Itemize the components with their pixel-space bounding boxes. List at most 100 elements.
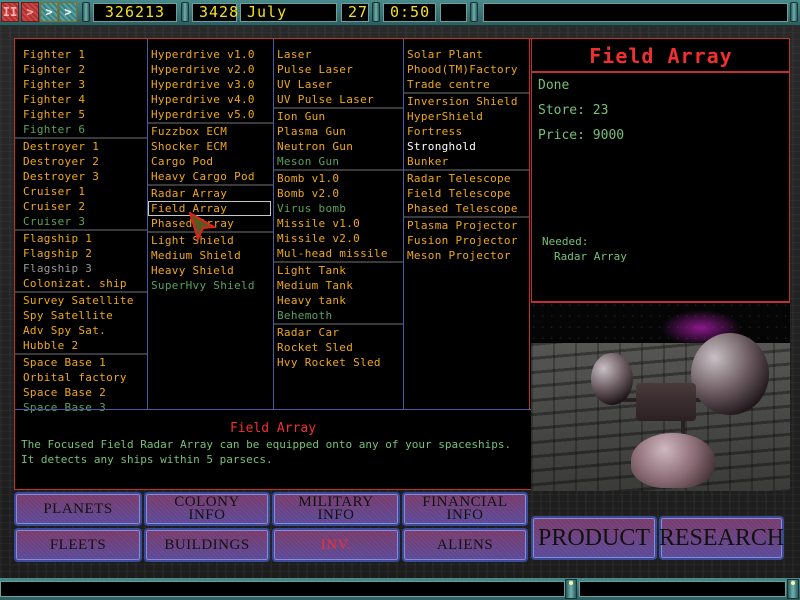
inventory-item[interactable]: UV Laser <box>274 77 403 92</box>
inventory-item[interactable]: Fighter 1 <box>15 47 147 62</box>
inventory-item[interactable]: Behemoth <box>274 308 403 323</box>
inventory-item[interactable]: Hyperdrive v2.0 <box>148 62 273 77</box>
fast-forward-icon: > <box>45 5 53 19</box>
item-group: Light Tank Medium Tank Heavy tank Behemoth <box>274 263 403 325</box>
inventory-item[interactable]: HyperShield <box>404 109 529 124</box>
financial-info-button[interactable]: FINANCIAL INFO <box>402 492 528 526</box>
inventory-item[interactable]: Orbital factory <box>15 370 147 385</box>
inventory-item[interactable]: Radar Telescope <box>404 171 529 186</box>
inventory-item[interactable]: Missile v1.0 <box>274 216 403 231</box>
item-group: Bomb v1.0 Bomb v2.0 Virus bomb Missile v1.0… <box>274 171 403 263</box>
inventory-item[interactable]: Fuzzbox ECM <box>148 124 273 139</box>
inventory-item[interactable]: Flagship 3 <box>15 261 147 276</box>
inventory-button[interactable]: INV. <box>272 528 400 562</box>
inventory-item[interactable]: Hyperdrive v1.0 <box>148 47 273 62</box>
inventory-item[interactable]: Flagship 2 <box>15 246 147 261</box>
inventory-item[interactable]: Bunker <box>404 154 529 169</box>
inventory-item[interactable]: Destroyer 2 <box>15 154 147 169</box>
inventory-item[interactable]: Mul-head missile <box>274 246 403 261</box>
inventory-item[interactable]: Meson Gun <box>274 154 403 169</box>
inventory-item[interactable]: Field Telescope <box>404 186 529 201</box>
inventory-item[interactable]: Phased Telescope <box>404 201 529 216</box>
inventory-item[interactable]: Fusion Projector <box>404 233 529 248</box>
inventory-item[interactable]: Phood(TM)Factory <box>404 62 529 77</box>
inventory-item[interactable]: Heavy Shield <box>148 263 273 278</box>
inventory-item[interactable]: Medium Shield <box>148 248 273 263</box>
inventory-item[interactable]: Trade centre <box>404 77 529 92</box>
play-button[interactable]: > <box>21 2 39 22</box>
inventory-item[interactable]: Space Base 1 <box>15 355 147 370</box>
inventory-item[interactable]: Spy Satellite <box>15 308 147 323</box>
buildings-button[interactable]: BUILDINGS <box>144 528 270 562</box>
inventory-item[interactable]: Radar Car <box>274 325 403 340</box>
inventory-item[interactable]: Light Tank <box>274 263 403 278</box>
inventory-item[interactable]: Cruiser 2 <box>15 199 147 214</box>
message-display <box>483 3 788 22</box>
inventory-item[interactable]: Laser <box>274 47 403 62</box>
inventory-item[interactable]: Neutron Gun <box>274 139 403 154</box>
military-info-button[interactable]: MILITARY INFO <box>272 492 400 526</box>
inventory-item[interactable]: Bomb v1.0 <box>274 171 403 186</box>
fast-forward-button[interactable]: > <box>40 2 58 22</box>
inventory-item[interactable]: Stronghold <box>404 139 529 154</box>
inventory-item[interactable]: Fighter 3 <box>15 77 147 92</box>
inventory-item[interactable]: Plasma Projector <box>404 218 529 233</box>
inventory-item[interactable]: Fighter 5 <box>15 107 147 122</box>
inventory-item[interactable]: Rocket Sled <box>274 340 403 355</box>
inventory-item[interactable]: Survey Satellite <box>15 293 147 308</box>
inventory-item[interactable]: Hubble 2 <box>15 338 147 353</box>
fastest-forward-button[interactable]: > <box>59 2 77 22</box>
inventory-item[interactable]: Heavy Cargo Pod <box>148 169 273 184</box>
status-knob <box>565 579 577 599</box>
time-display: 0:50 <box>383 3 436 22</box>
planets-button[interactable]: PLANETS <box>14 492 142 526</box>
inventory-item[interactable]: Missile v2.0 <box>274 231 403 246</box>
detail-title: Field Array <box>532 39 790 73</box>
fleets-button[interactable]: FLEETS <box>14 528 142 562</box>
inventory-item[interactable]: Flagship 1 <box>15 231 147 246</box>
inventory-item[interactable]: Destroyer 3 <box>15 169 147 184</box>
inventory-item[interactable]: Hyperdrive v3.0 <box>148 77 273 92</box>
separator <box>470 2 478 22</box>
inventory-item[interactable]: Bomb v2.0 <box>274 186 403 201</box>
fastest-forward-icon: > <box>64 5 72 19</box>
inventory-item[interactable]: Cruiser 3 <box>15 214 147 229</box>
inventory-item[interactable]: Heavy tank <box>274 293 403 308</box>
inventory-item[interactable]: Meson Projector <box>404 248 529 263</box>
inventory-item[interactable]: Hyperdrive v4.0 <box>148 92 273 107</box>
inventory-item[interactable]: Fighter 4 <box>15 92 147 107</box>
pause-button[interactable]: II <box>1 2 19 22</box>
inventory-item[interactable]: Adv Spy Sat. <box>15 323 147 338</box>
colony-info-button[interactable]: COLONY INFO <box>144 492 270 526</box>
inventory-item[interactable]: Hyperdrive v5.0 <box>148 107 273 122</box>
inventory-item[interactable]: Virus bomb <box>274 201 403 216</box>
item-preview-image <box>531 301 790 491</box>
inventory-item[interactable]: Fortress <box>404 124 529 139</box>
inventory-item[interactable]: Hvy Rocket Sled <box>274 355 403 370</box>
inventory-item[interactable]: Shocker ECM <box>148 139 273 154</box>
aliens-button[interactable]: ALIENS <box>402 528 528 562</box>
inventory-item[interactable]: Inversion Shield <box>404 94 529 109</box>
inventory-item[interactable]: Medium Tank <box>274 278 403 293</box>
inventory-item[interactable]: Space Base 2 <box>15 385 147 400</box>
needed-label: Needed: <box>542 235 589 248</box>
research-button[interactable]: RESEARCH <box>659 516 784 560</box>
inventory-item[interactable]: UV Pulse Laser <box>274 92 403 107</box>
inventory-item[interactable]: Fighter 2 <box>15 62 147 77</box>
product-button[interactable]: PRODUCT <box>531 516 657 560</box>
inventory-item[interactable]: Plasma Gun <box>274 124 403 139</box>
inventory-item[interactable]: Fighter 6 <box>15 122 147 137</box>
inventory-item[interactable]: Pulse Laser <box>274 62 403 77</box>
item-group: Plasma Projector Fusion Projector Meson Pr… <box>404 218 529 263</box>
inventory-item[interactable]: Ion Gun <box>274 109 403 124</box>
inventory-item[interactable]: SuperHvy Shield <box>148 278 273 293</box>
inventory-item[interactable]: Solar Plant <box>404 47 529 62</box>
inventory-item[interactable]: Destroyer 1 <box>15 139 147 154</box>
separator <box>82 2 90 22</box>
inventory-item[interactable]: Colonizat. ship <box>15 276 147 291</box>
item-group: Solar Plant Phood(TM)Factory Trade centre <box>404 47 529 94</box>
inventory-item[interactable]: Cruiser 1 <box>15 184 147 199</box>
inventory-item[interactable]: Radar Array <box>148 186 273 201</box>
detail-status: Done <box>538 78 570 93</box>
inventory-item[interactable]: Cargo Pod <box>148 154 273 169</box>
